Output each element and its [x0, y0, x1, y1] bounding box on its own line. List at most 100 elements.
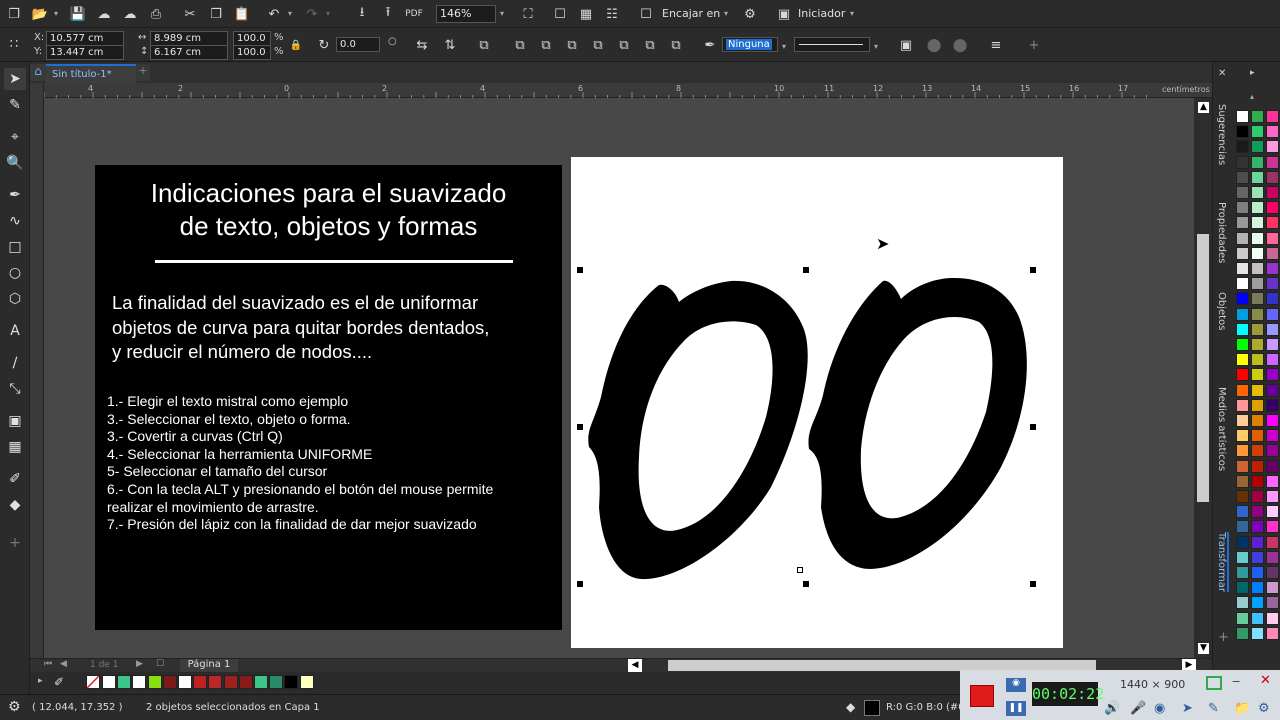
artistic-media-icon[interactable]: ∿ [4, 210, 26, 232]
document-swatch[interactable] [193, 675, 208, 689]
palette-swatch[interactable] [1266, 201, 1279, 215]
to-back-icon[interactable]: ⬤ [950, 35, 970, 55]
palette-swatch[interactable] [1266, 414, 1279, 427]
pen-icon[interactable]: ✎ [1208, 701, 1219, 716]
weld-icon[interactable]: ⧉ [510, 35, 530, 55]
instruction-panel[interactable]: Indicaciones para el suavizado de texto,… [95, 165, 562, 630]
chevron-down-icon[interactable]: ▾ [326, 9, 334, 18]
palette-swatch[interactable] [1236, 429, 1249, 443]
pause-icon[interactable]: ❚❚ [1006, 701, 1026, 716]
palette-swatch[interactable] [1251, 490, 1264, 503]
palette-swatch[interactable] [1266, 474, 1279, 488]
palette-swatch[interactable] [1236, 155, 1249, 169]
document-swatch[interactable] [269, 675, 284, 689]
palette-swatch[interactable] [1236, 459, 1249, 473]
palette-swatch[interactable] [1266, 292, 1279, 306]
new-document-icon[interactable]: ❐ [4, 4, 24, 24]
grid-icon[interactable]: ▦ [576, 4, 596, 24]
reference-point-icon[interactable]: ∷ [4, 34, 24, 54]
palette-swatch[interactable] [1236, 125, 1249, 139]
cut-icon[interactable]: ✂ [180, 4, 200, 24]
palette-swatch[interactable] [1251, 368, 1264, 382]
shadow-tool-icon[interactable]: ▣ [4, 410, 26, 432]
palette-swatch[interactable] [1236, 277, 1249, 291]
palette-swatch[interactable] [1251, 414, 1264, 427]
palette-swatch[interactable] [1236, 110, 1249, 123]
palette-swatch[interactable] [1251, 353, 1264, 367]
import-icon[interactable]: ⭳ [352, 4, 372, 24]
document-swatch[interactable] [299, 675, 314, 689]
tab-document[interactable]: Sin título-1* [46, 64, 136, 83]
width-field[interactable]: 8.989 cm [150, 31, 228, 46]
palette-swatch[interactable] [1266, 566, 1279, 579]
add-tab-icon[interactable]: + [136, 64, 150, 81]
palette-swatch[interactable] [1251, 459, 1264, 473]
launcher-icon[interactable]: ▣ [774, 4, 794, 24]
align-icon[interactable]: ≡ [986, 35, 1006, 55]
wrap-text-icon[interactable]: ▣ [896, 35, 916, 55]
text-tool-icon[interactable]: A [4, 320, 26, 342]
palette-scroll-up-icon[interactable]: ▴ [1250, 92, 1262, 101]
region-icon[interactable] [1206, 676, 1222, 690]
palette-swatch[interactable] [1251, 566, 1264, 579]
palette-swatch[interactable] [1251, 550, 1264, 564]
palette-swatch[interactable] [1236, 383, 1249, 397]
print-icon[interactable]: ⎙ [146, 4, 166, 24]
first-page-icon[interactable]: ⏮ [44, 659, 52, 669]
document-swatch[interactable] [254, 675, 268, 689]
microphone-icon[interactable]: 🎤 [1130, 701, 1146, 716]
chevron-down-icon[interactable]: ▾ [782, 42, 790, 51]
settings-icon[interactable]: ⚙ [1258, 701, 1270, 716]
height-field[interactable]: 6.167 cm [150, 45, 228, 60]
lock-ratio-icon[interactable]: 🔒 [286, 35, 306, 55]
palette-swatch[interactable] [1236, 368, 1249, 382]
palette-swatch[interactable] [1266, 246, 1279, 260]
palette-swatch[interactable] [1236, 186, 1249, 199]
document-swatch[interactable] [238, 675, 253, 689]
minimize-icon[interactable]: ‒ [1232, 674, 1240, 689]
palette-swatch[interactable] [1251, 110, 1264, 123]
guidelines-icon[interactable]: ☷ [602, 4, 622, 24]
add-icon[interactable]: + [1024, 35, 1044, 55]
palette-swatch[interactable] [1236, 490, 1249, 503]
palette-swatch[interactable] [1266, 231, 1279, 245]
palette-swatch[interactable] [1236, 353, 1249, 367]
rulers-icon[interactable]: ☐ [550, 4, 570, 24]
palette-swatch[interactable] [1266, 353, 1279, 367]
palette-swatch[interactable] [1236, 201, 1249, 215]
palette-swatch[interactable] [1251, 216, 1264, 230]
launcher-label[interactable]: Iniciador [798, 7, 845, 20]
palette-expand-icon[interactable]: ▸ [38, 676, 43, 686]
palette-swatch[interactable] [1251, 140, 1264, 154]
palette-arrow-icon[interactable]: ▸ [1250, 68, 1255, 78]
zoom-tool-icon[interactable]: 🔍 [4, 152, 26, 174]
palette-swatch[interactable] [1236, 262, 1249, 275]
palette-swatch[interactable] [1236, 566, 1249, 579]
palette-swatch[interactable] [1236, 596, 1249, 610]
vertical-scrollbar[interactable]: ▲ ▼ [1194, 98, 1212, 658]
cloud-download-icon[interactable]: ☁ [120, 4, 140, 24]
palette-swatch[interactable] [1236, 505, 1249, 519]
palette-swatch[interactable] [1236, 581, 1249, 595]
pick-tool-icon[interactable]: ➤ [4, 68, 26, 90]
palette-swatch[interactable] [1266, 110, 1279, 123]
palette-swatch[interactable] [1266, 611, 1279, 625]
palette-swatch[interactable] [1251, 262, 1264, 275]
rotation-field[interactable]: 0.0 [336, 37, 380, 52]
chevron-down-icon[interactable]: ▾ [288, 9, 296, 18]
palette-swatch[interactable] [1236, 338, 1249, 351]
mirror-vertical-icon[interactable]: ⇅ [440, 35, 460, 55]
document-swatch[interactable] [132, 675, 147, 689]
scroll-left-icon[interactable]: ◀ [628, 659, 642, 672]
zoom-level-field[interactable]: 146% [436, 5, 496, 23]
prev-page-icon[interactable]: ◀ [60, 659, 67, 669]
palette-swatch[interactable] [1251, 520, 1264, 534]
palette-swatch[interactable] [1266, 307, 1279, 321]
to-front-icon[interactable]: ⬤ [924, 35, 944, 55]
palette-swatch[interactable] [1236, 398, 1249, 412]
palette-swatch[interactable] [1251, 383, 1264, 397]
document-swatch[interactable] [147, 675, 162, 689]
palette-swatch[interactable] [1236, 535, 1249, 549]
add-page-icon[interactable]: ☐ [156, 659, 164, 669]
horizontal-ruler[interactable]: 4 2 0 2 4 6 8 10 11 12 13 14 15 16 17 ce… [44, 83, 1212, 98]
